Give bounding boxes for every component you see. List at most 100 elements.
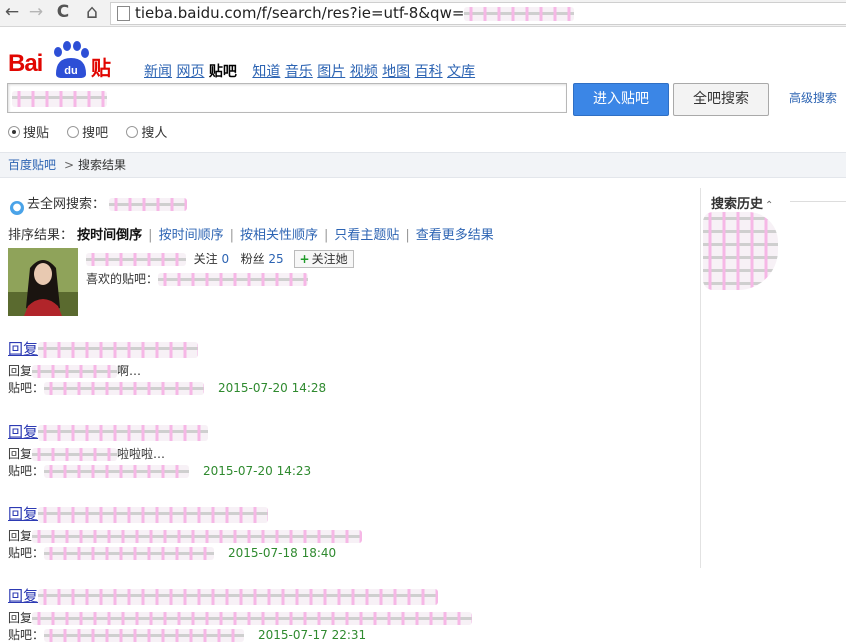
result-title[interactable]: 回复: [8, 587, 648, 605]
redacted-forum[interactable]: [44, 382, 205, 395]
nav-music[interactable]: 音乐: [285, 64, 313, 80]
browser-toolbar: ← → C ⌂ tieba.baidu.com/f/search/res?ie=…: [0, 0, 846, 27]
page-icon: [117, 6, 130, 21]
nav-web[interactable]: 网页: [176, 64, 204, 80]
nav-baike[interactable]: 百科: [415, 64, 443, 80]
sort-relevance[interactable]: 按相关性顺序: [240, 228, 318, 243]
redacted-query: [464, 6, 575, 21]
redacted-web-search-link[interactable]: [109, 198, 188, 211]
radio-dot: [67, 126, 80, 138]
redacted-title: [38, 424, 209, 441]
fans-count[interactable]: 25: [268, 252, 283, 266]
search-input[interactable]: [7, 83, 567, 113]
advanced-search-link[interactable]: 高级搜索: [789, 89, 837, 106]
redacted-favorite-forums[interactable]: [158, 273, 309, 286]
sidebar-title-rule: [790, 201, 846, 202]
search-history-title: 搜索历史 ⌃: [711, 193, 773, 212]
result-item: 回复 回复 啦啦啦… 贴吧： 2015-07-20 14:23: [8, 423, 648, 479]
avatar[interactable]: [8, 248, 78, 316]
result-item: 回复 回复 啊… 贴吧： 2015-07-20 14:28: [8, 340, 648, 396]
nav-zhidao[interactable]: 知道: [252, 64, 280, 80]
sort-time-asc[interactable]: 按时间顺序: [159, 228, 224, 243]
redacted-snippet: [32, 612, 473, 625]
all-forums-search-button[interactable]: 全吧搜索: [673, 83, 769, 116]
home-icon[interactable]: ⌂: [82, 2, 102, 22]
avatar-photo: [8, 248, 78, 316]
sort-label: 排序结果：: [8, 228, 74, 243]
result-title-prefix: 回复: [8, 587, 39, 605]
nav-images[interactable]: 图片: [317, 64, 345, 80]
product-nav: 新闻 网页 贴吧 知道 音乐 图片 视频 地图 百科 文库: [144, 61, 475, 81]
nav-wenku[interactable]: 文库: [447, 64, 475, 80]
redacted-forum[interactable]: [44, 629, 245, 642]
paw-icon: du: [54, 41, 89, 78]
radio-search-forums[interactable]: 搜吧: [67, 122, 108, 141]
plus-icon: +: [299, 252, 310, 266]
breadcrumb: 百度贴吧 > 搜索结果: [0, 152, 846, 178]
logo-text: Bai: [8, 50, 43, 77]
breadcrumb-separator: >: [64, 158, 75, 172]
redacted-title: [38, 506, 269, 523]
redacted-search-history[interactable]: [703, 212, 778, 290]
breadcrumb-current: 搜索结果: [78, 158, 127, 172]
back-icon[interactable]: ←: [2, 2, 22, 22]
result-date: 2015-07-17 22:31: [258, 628, 367, 642]
result-item: 回复 回复 贴吧： 2015-07-17 22:31: [8, 587, 648, 643]
breadcrumb-home[interactable]: 百度贴吧: [8, 153, 56, 177]
only-threads-link[interactable]: 只看主题贴: [334, 228, 399, 243]
sort-time-desc: 按时间倒序: [77, 228, 143, 243]
result-snippet: 回复 啊…: [8, 364, 142, 378]
logo-du-text: du: [64, 65, 77, 77]
result-title-prefix: 回复: [8, 505, 39, 523]
radio-search-users[interactable]: 搜人: [126, 122, 167, 141]
radio-search-posts[interactable]: 搜贴: [8, 122, 49, 141]
baidu-paw-icon: ●: [10, 201, 24, 215]
nav-map[interactable]: 地图: [382, 64, 410, 80]
nav-tieba: 贴吧: [208, 64, 237, 80]
nav-video[interactable]: 视频: [350, 64, 378, 80]
result-title[interactable]: 回复: [8, 340, 648, 358]
address-bar[interactable]: tieba.baidu.com/f/search/res?ie=utf-8&qw…: [110, 2, 846, 25]
redacted-forum[interactable]: [44, 465, 190, 478]
result-title[interactable]: 回复: [8, 423, 648, 441]
radio-label: 搜贴: [23, 126, 50, 141]
web-search-label: 去全网搜索：: [27, 197, 106, 212]
fans-label: 粉丝: [240, 252, 265, 266]
reload-icon[interactable]: C: [53, 2, 73, 22]
redacted-username[interactable]: [86, 253, 186, 266]
result-item: 回复 回复 贴吧： 2015-07-18 18:40: [8, 505, 648, 561]
result-meta: 贴吧： 2015-07-20 14:23: [8, 464, 312, 478]
search-history-label: 搜索历史: [711, 197, 764, 212]
enter-tieba-button[interactable]: 进入贴吧: [573, 83, 669, 116]
redacted-forum[interactable]: [44, 547, 215, 560]
radio-label: 搜人: [141, 126, 168, 141]
url-text: tieba.baidu.com/f/search/res?ie=utf-8&qw…: [135, 3, 575, 24]
result-date: 2015-07-20 14:23: [203, 464, 312, 478]
result-meta: 贴吧： 2015-07-20 14:28: [8, 381, 327, 395]
user-card: 关注 0 粉丝 25 + 关注她 喜欢的贴吧：: [8, 248, 608, 318]
follow-button[interactable]: + 关注她: [293, 250, 354, 268]
radio-label: 搜吧: [82, 126, 109, 141]
redacted-search-text: [12, 91, 107, 107]
sidebar-divider: [700, 188, 701, 568]
forward-icon[interactable]: →: [26, 2, 46, 22]
user-info-line: 关注 0 粉丝 25 + 关注她: [86, 250, 354, 268]
result-date: 2015-07-18 18:40: [228, 546, 337, 560]
result-title-prefix: 回复: [8, 423, 39, 441]
baidu-tieba-logo[interactable]: Bai du 贴吧: [8, 40, 128, 109]
redacted-snippet: [32, 530, 363, 543]
favorite-forums-label: 喜欢的贴吧：: [86, 272, 159, 286]
redacted-title: [38, 341, 199, 358]
result-date: 2015-07-20 14:28: [218, 381, 327, 395]
more-results-link[interactable]: 查看更多结果: [416, 228, 494, 243]
web-search-line: ● 去全网搜索：: [10, 193, 188, 215]
collapse-caret-icon[interactable]: ⌃: [765, 200, 773, 211]
result-title[interactable]: 回复: [8, 505, 648, 523]
follow-label: 关注: [193, 252, 218, 266]
radio-dot: [126, 126, 139, 138]
follow-count[interactable]: 0: [221, 252, 229, 266]
search-type-radios: 搜贴 搜吧 搜人: [8, 122, 181, 141]
result-snippet: 回复 啦啦啦…: [8, 447, 166, 461]
result-snippet: 回复: [8, 527, 648, 545]
nav-news[interactable]: 新闻: [144, 64, 172, 80]
